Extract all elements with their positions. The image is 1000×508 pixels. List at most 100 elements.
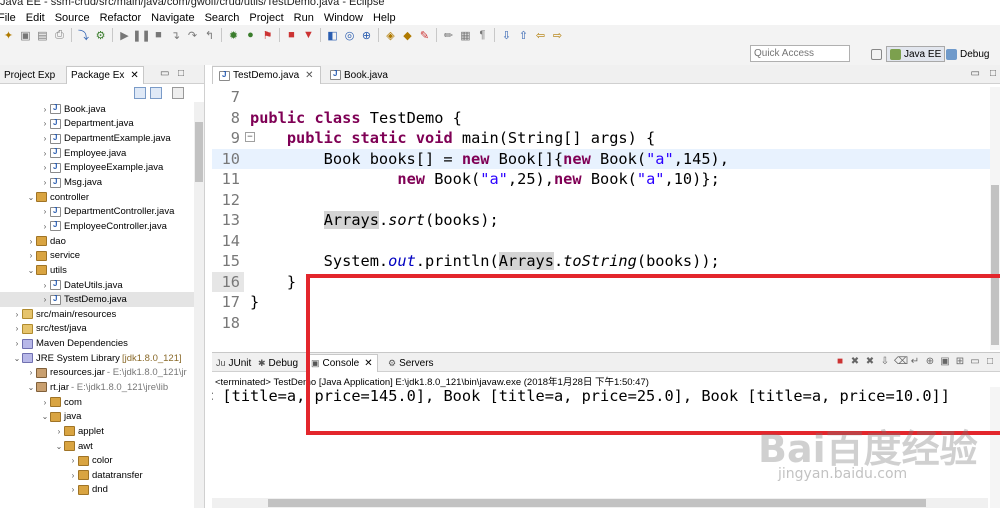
forward-icon[interactable]: ⇨ [550,28,565,42]
scroll-thumb[interactable] [195,122,203,182]
deploy-icon[interactable]: ▼ [301,28,316,42]
open-perspective-button[interactable] [868,46,888,62]
back-icon[interactable]: ⇦ [533,28,548,42]
menu-refactor[interactable]: Refactor [95,12,147,24]
tab-project-explorer[interactable]: Project Exp [0,66,59,84]
step-over-icon[interactable]: ↷ [185,28,200,42]
link-with-editor-icon[interactable] [150,87,162,99]
code-line[interactable]: 10 Book books[] = new Book[]{new Book("a… [212,148,990,170]
code-line[interactable]: 7 [212,87,990,108]
run-icon[interactable]: ● [243,28,258,42]
code-line[interactable]: 12 [212,190,990,211]
scroll-thumb[interactable] [268,499,926,507]
tree-vertical-scrollbar[interactable] [194,102,204,508]
console-output[interactable]: < [title=a, price=145.0], Book [title=a,… [212,387,988,407]
new-package-icon[interactable]: ◎ [342,28,357,42]
code-line[interactable]: 18 [212,313,990,334]
menu-run[interactable]: Run [289,12,319,24]
chevron-right-icon[interactable]: › [12,339,22,348]
show-whitespace-icon[interactable]: ¶ [475,28,490,42]
tab-testdemo-java[interactable]: TestDemo.java ✕ [212,66,321,84]
resume-icon[interactable]: ▶ [117,28,132,42]
menu-window[interactable]: Window [319,12,368,24]
view-menu-icon[interactable] [172,87,184,99]
chevron-right-icon[interactable]: › [40,398,50,407]
new-icon[interactable]: ✦ [1,28,16,42]
remove-all-icon[interactable]: ✖ [864,356,876,368]
tree-item[interactable]: › EmployeeController.java [0,219,195,234]
chevron-right-icon[interactable]: › [26,251,36,260]
collapse-all-icon[interactable] [134,87,146,99]
menu-edit[interactable]: Edit [21,12,50,24]
tab-servers[interactable]: ⚙ Servers [384,354,438,372]
close-icon[interactable]: ✕ [364,358,372,369]
suspend-icon[interactable]: ❚❚ [132,28,150,42]
tree-item[interactable]: › Book.java [0,102,195,117]
clear-console-icon[interactable]: ⌫ [894,356,908,368]
toggle-mark-icon[interactable]: ✏ [441,28,456,42]
terminate-icon[interactable]: ■ [834,356,846,368]
external-tools-icon[interactable]: ⚑ [260,28,275,42]
chevron-right-icon[interactable]: › [68,485,78,494]
open-type-icon[interactable]: ◈ [383,28,398,42]
chevron-right-icon[interactable]: › [68,471,78,480]
chevron-right-icon[interactable]: › [40,119,50,128]
tree-item[interactable]: › Department.java [0,117,195,132]
code-line[interactable]: 9− public static void main(String[] args… [212,128,990,149]
code-line[interactable]: 15 System.out.println(Arrays.toString(bo… [212,251,990,272]
chevron-right-icon[interactable]: › [40,149,50,158]
tree-item[interactable]: ⌄ java [0,409,195,424]
quick-access-input[interactable] [750,45,850,62]
chevron-right-icon[interactable]: › [68,456,78,465]
tree-item[interactable]: ⌄ JRE System Library [jdk1.8.0_121] [0,351,195,366]
tree-item[interactable]: › service [0,248,195,263]
tree-item[interactable]: › src/test/java [0,322,195,337]
chevron-right-icon[interactable]: › [54,427,64,436]
save-icon[interactable]: ▣ [18,28,33,42]
tree-item[interactable]: › Msg.java [0,175,195,190]
tree-item[interactable]: › dnd [0,483,195,498]
tree-item[interactable]: ⌄ awt [0,439,195,454]
chevron-right-icon[interactable]: › [40,295,50,304]
maximize-icon[interactable]: □ [990,68,996,79]
menu-source[interactable]: Source [50,12,95,24]
terminate-icon[interactable]: ■ [151,28,166,42]
chevron-right-icon[interactable]: › [40,207,50,216]
scroll-lock-icon[interactable]: ⇩ [879,356,891,368]
server-stop-icon[interactable]: ■ [284,28,299,42]
tree-item[interactable]: › EmployeeExample.java [0,161,195,176]
minimize-icon[interactable]: ▭ [971,68,980,79]
code-line[interactable]: 16 } [212,271,990,293]
tree-item[interactable]: › applet [0,424,195,439]
chevron-down-icon[interactable]: ⌄ [54,442,64,451]
console-horizontal-scrollbar[interactable] [212,498,988,508]
tree-item[interactable]: › com [0,395,195,410]
close-icon[interactable]: ✕ [130,70,138,81]
code-line[interactable]: 8 public class TestDemo { [212,108,990,129]
tree-item[interactable]: › src/main/resources [0,307,195,322]
chevron-right-icon[interactable]: › [40,105,50,114]
tab-console[interactable]: ▣ Console ✕ [306,354,378,372]
chevron-right-icon[interactable]: › [40,163,50,172]
editor-vertical-scrollbar[interactable] [990,87,1000,350]
menu-search[interactable]: Search [200,12,245,24]
tab-package-explorer[interactable]: Package Ex ✕ [66,66,144,84]
pin-console-icon[interactable]: ⊕ [924,356,936,368]
tree-item[interactable]: › resources.jar - E:\jdk1.8.0_121\jr [0,366,195,381]
window-close-button[interactable] [970,0,1000,10]
tree-item[interactable]: ⌄ utils [0,263,195,278]
chevron-right-icon[interactable]: › [26,368,36,377]
search-icon[interactable]: ✎ [417,28,432,42]
save-all-icon[interactable]: ▤ [35,28,50,42]
tree-item[interactable]: › Employee.java [0,146,195,161]
menu-navigate[interactable]: Navigate [146,12,199,24]
console-vertical-scrollbar[interactable] [990,387,1000,508]
tab-debug[interactable]: ✱ Debug [254,354,302,372]
maximize-icon[interactable]: □ [984,356,996,368]
tree-item[interactable]: › color [0,453,195,468]
tree-item[interactable]: › Maven Dependencies [0,336,195,351]
tree-item[interactable]: › DepartmentController.java [0,204,195,219]
tab-book-java[interactable]: Book.java [324,66,394,84]
perspective-debug[interactable]: Debug [943,46,992,62]
chevron-right-icon[interactable]: › [40,281,50,290]
